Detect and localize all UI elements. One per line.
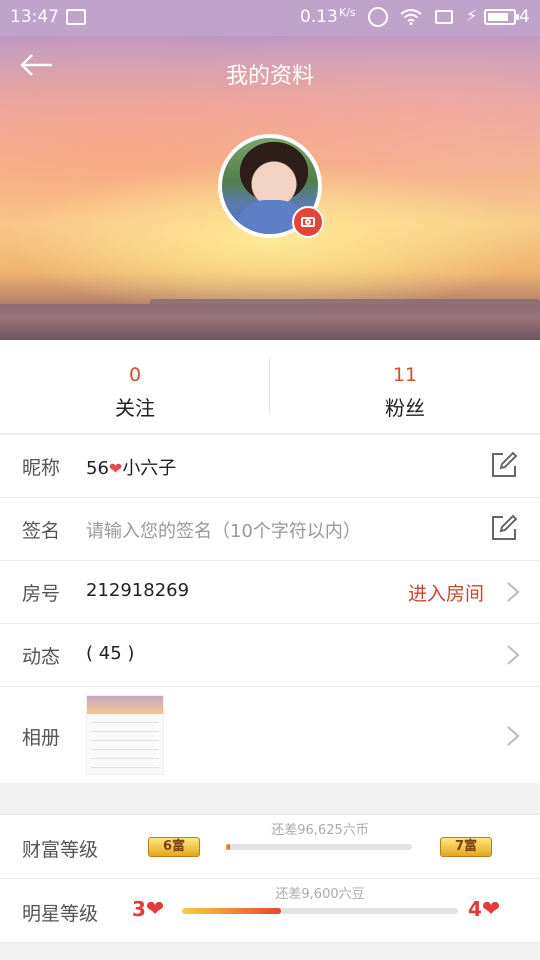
star-next-level: 4❤: [468, 897, 500, 922]
levels-section: 财富等级 还差96,625六币 6富 7富 明星等级 还差9,600六豆 3❤ …: [0, 814, 540, 943]
album-label: 相册: [22, 727, 61, 749]
network-speed-unit: K/s: [339, 6, 356, 19]
wealth-progress-fill: [226, 844, 230, 850]
star-current-number: 3: [132, 897, 146, 921]
moments-label: 动态: [22, 646, 61, 668]
chevron-right-icon: [507, 645, 520, 665]
wealth-current-badge: 6富: [148, 837, 200, 857]
screen-cast-icon: [435, 10, 453, 24]
star-current-level: 3❤: [132, 897, 164, 922]
fans-count: 11: [392, 364, 418, 386]
camera-icon[interactable]: [292, 206, 324, 238]
star-progress-fill: [182, 908, 282, 914]
signature-row[interactable]: 签名 请输入您的签名（10个字符以内）: [0, 498, 540, 561]
nickname-label: 昵称: [22, 457, 61, 479]
star-next-number: 4: [468, 897, 482, 921]
moments-count: ( 45 ): [86, 643, 135, 664]
hd-call-icon: [368, 7, 388, 27]
battery-level: 4: [519, 7, 530, 27]
nickname-row[interactable]: 昵称 56❤小六子: [0, 435, 540, 498]
album-row[interactable]: 相册: [0, 687, 540, 783]
page-title: 我的资料: [225, 64, 314, 89]
heart-icon: ❤: [145, 897, 165, 922]
star-level-row: 明星等级 还差9,600六豆 3❤ 4❤: [0, 879, 540, 943]
nickname-suffix: 小六子: [122, 458, 177, 479]
wealth-progress-track: [226, 844, 412, 850]
wealth-next-badge: 7富: [440, 837, 492, 857]
profile-info-list: 昵称 56❤小六子 签名 请输入您的签名（10个字符以内） 房号 2129182…: [0, 435, 540, 783]
edit-nickname-icon[interactable]: [490, 451, 518, 479]
stats-bar: 0 关注 11 粉丝: [0, 340, 540, 434]
signature-label: 签名: [22, 520, 61, 542]
status-bar: 13:47 0.13 K/s ⚡ 4: [0, 0, 540, 36]
heart-icon: ❤: [481, 897, 501, 922]
album-thumbnail[interactable]: [86, 695, 164, 775]
charging-icon: ⚡: [466, 6, 478, 25]
status-time: 13:47: [10, 7, 59, 27]
chevron-right-icon: [507, 726, 520, 746]
wealth-level-label: 财富等级: [22, 839, 99, 861]
wealth-level-row: 财富等级 还差96,625六币 6富 7富: [0, 815, 540, 879]
following-count: 0: [128, 364, 142, 386]
star-level-hint: 还差9,600六豆: [275, 887, 365, 902]
following-label: 关注: [115, 396, 155, 420]
nickname-prefix: 56: [86, 458, 109, 479]
wealth-level-hint: 还差96,625六币: [271, 823, 369, 838]
battery-icon: [484, 9, 519, 25]
sea-water: [0, 304, 540, 340]
fans-label: 粉丝: [385, 396, 425, 420]
heart-icon: ❤: [108, 459, 123, 478]
wifi-icon: [400, 9, 422, 25]
star-level-label: 明星等级: [22, 903, 99, 925]
room-row[interactable]: 房号 212918269 进入房间: [0, 561, 540, 624]
edit-signature-icon[interactable]: [490, 514, 518, 542]
star-progress-track: [182, 908, 458, 914]
room-number: 212918269: [86, 580, 190, 601]
image-notification-icon: [66, 9, 86, 25]
nickname-value: 56❤小六子: [86, 454, 176, 480]
chevron-right-icon: [507, 582, 520, 602]
stat-fans[interactable]: 11 粉丝: [270, 340, 540, 434]
room-label: 房号: [22, 583, 61, 605]
signature-input[interactable]: 请输入您的签名（10个字符以内）: [86, 517, 361, 543]
enter-room-link[interactable]: 进入房间: [408, 579, 484, 606]
stat-following[interactable]: 0 关注: [0, 340, 270, 434]
network-speed: 0.13: [300, 7, 338, 27]
moments-row[interactable]: 动态 ( 45 ): [0, 624, 540, 687]
